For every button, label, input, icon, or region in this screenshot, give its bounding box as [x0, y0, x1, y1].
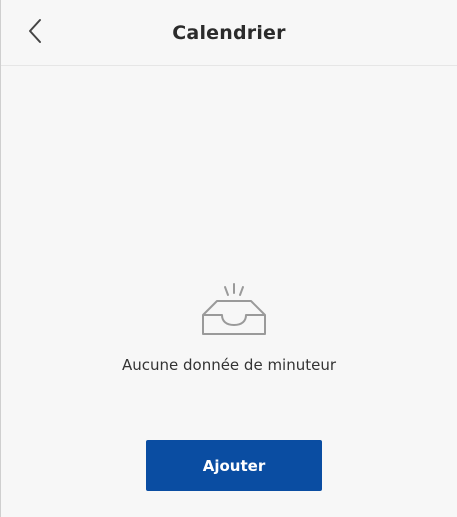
add-button[interactable]: Ajouter [146, 440, 322, 491]
empty-state-container: Aucune donnée de minuteur Ajouter [1, 66, 457, 517]
page-title: Calendrier [172, 22, 286, 44]
header-bar: Calendrier [1, 0, 457, 66]
empty-inbox-icon [198, 280, 270, 340]
calendar-screen: Calendrier Aucune donnée de minuteur Ajo… [0, 0, 457, 517]
empty-state-message: Aucune donnée de minuteur [121, 356, 337, 374]
